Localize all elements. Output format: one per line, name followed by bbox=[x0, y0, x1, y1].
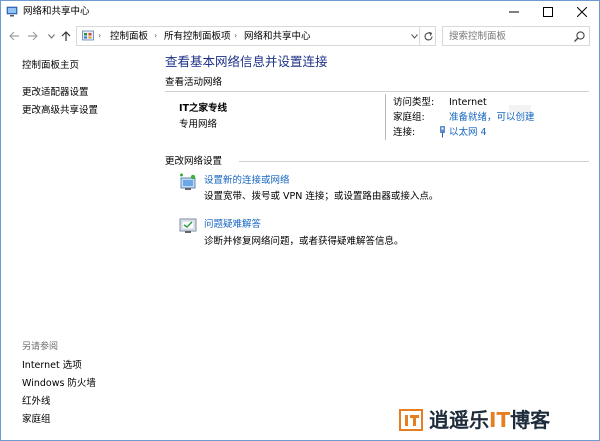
section-divider bbox=[165, 91, 589, 92]
control-panel-icon bbox=[82, 30, 94, 41]
close-button[interactable] bbox=[565, 1, 599, 23]
setup-new-connection-link[interactable]: 设置新的连接或网络 bbox=[204, 174, 290, 187]
connections-label: 连接: bbox=[393, 127, 416, 138]
network-info-divider bbox=[385, 94, 386, 140]
see-also-windows-firewall[interactable]: Windows 防火墙 bbox=[22, 377, 96, 390]
sidebar-item-change-adapter-settings[interactable]: 更改适配器设置 bbox=[22, 86, 89, 99]
setup-new-connection-desc: 设置宽带、拨号或 VPN 连接；或设置路由器或接入点。 bbox=[204, 191, 439, 202]
watermark-text-pre: 逍遥乐 bbox=[429, 408, 489, 432]
homegroup-label: 家庭组: bbox=[393, 112, 425, 123]
arrow-right-icon bbox=[27, 31, 38, 41]
chevron-down-icon bbox=[410, 34, 418, 39]
blog-logo-icon bbox=[399, 409, 423, 431]
breadcrumb-control-panel[interactable]: 控制面板 bbox=[110, 30, 148, 43]
homegroup-link[interactable]: 准备就绪，可以创建 bbox=[449, 111, 535, 124]
see-also-heading: 另请参阅 bbox=[22, 342, 59, 352]
breadcrumb-all-items[interactable]: 所有控制面板项 bbox=[164, 30, 231, 43]
arrow-left-icon bbox=[8, 31, 19, 41]
watermark-text-it: IT bbox=[489, 408, 511, 432]
address-box[interactable]: › 控制面板 › 所有控制面板项 › 网络和共享中心 bbox=[76, 26, 436, 46]
network-category[interactable]: 专用网络 bbox=[179, 118, 217, 131]
recent-locations-button[interactable] bbox=[44, 28, 58, 44]
search-icon[interactable] bbox=[573, 30, 586, 43]
up-button[interactable] bbox=[59, 28, 73, 44]
network-app-icon bbox=[6, 6, 18, 17]
breadcrumb-network-center[interactable]: 网络和共享中心 bbox=[244, 30, 311, 43]
left-navigation-pane: 控制面板主页 更改适配器设置 更改高级共享设置 另请参阅 Internet 选项… bbox=[1, 49, 151, 440]
access-type-value: Internet bbox=[449, 97, 487, 108]
back-button[interactable] bbox=[7, 28, 21, 44]
refresh-icon bbox=[423, 31, 433, 40]
page-title: 查看基本网络信息并设置连接 bbox=[165, 54, 328, 69]
breadcrumb-separator: › bbox=[154, 31, 158, 40]
see-also-infrared[interactable]: 红外线 bbox=[22, 395, 51, 408]
troubleshoot-problems-desc: 诊断并修复网络问题，或者获得疑难解答信息。 bbox=[204, 236, 404, 247]
network-name: IT之家专线 bbox=[179, 103, 228, 114]
change-settings-heading: 更改网络设置 bbox=[165, 156, 223, 167]
minimize-button[interactable] bbox=[497, 1, 531, 23]
window-title: 网络和共享中心 bbox=[23, 6, 90, 17]
maximize-button[interactable] bbox=[531, 1, 565, 23]
sidebar-item-change-advanced-sharing[interactable]: 更改高级共享设置 bbox=[22, 104, 98, 117]
sidebar-item-control-panel-home[interactable]: 控制面板主页 bbox=[22, 59, 79, 72]
title-bar[interactable]: 网络和共享中心 bbox=[1, 1, 599, 23]
access-type-label: 访问类型: bbox=[393, 97, 435, 108]
address-toolbar: › 控制面板 › 所有控制面板项 › 网络和共享中心 bbox=[1, 24, 599, 48]
forward-button[interactable] bbox=[25, 28, 39, 44]
see-also-homegroup[interactable]: 家庭组 bbox=[22, 413, 51, 426]
main-content: 查看基本网络信息并设置连接 查看活动网络 IT之家专线 专用网络 访问类型: I… bbox=[151, 49, 599, 440]
see-also-internet-options[interactable]: Internet 选项 bbox=[22, 359, 82, 372]
breadcrumb-separator: › bbox=[234, 31, 238, 40]
breadcrumb-separator: › bbox=[98, 31, 102, 40]
troubleshoot-icon bbox=[179, 218, 197, 233]
new-connection-icon bbox=[180, 173, 196, 190]
section-divider bbox=[239, 161, 589, 162]
watermark-text-post: 博客 bbox=[510, 408, 551, 432]
close-icon bbox=[577, 7, 587, 17]
refresh-button[interactable] bbox=[419, 26, 436, 46]
minimize-icon bbox=[509, 11, 519, 13]
ethernet-connection-link[interactable]: 以太网 4 bbox=[449, 126, 487, 139]
arrow-up-icon bbox=[61, 30, 71, 41]
watermark-text: 逍遥乐IT博客 bbox=[429, 408, 550, 432]
ethernet-icon bbox=[440, 126, 445, 138]
troubleshoot-problems-link[interactable]: 问题疑难解答 bbox=[204, 218, 261, 231]
maximize-icon bbox=[543, 7, 553, 17]
search-input[interactable] bbox=[449, 29, 567, 43]
chevron-down-icon bbox=[47, 33, 55, 39]
watermark: 逍遥乐IT博客 bbox=[399, 406, 599, 440]
network-sharing-center-window: 网络和共享中心 › 控制面板 › 所有控制面板项 › 网络和共享中心 搜索控制面… bbox=[0, 0, 600, 441]
active-networks-heading: 查看活动网络 bbox=[165, 77, 223, 88]
search-box[interactable] bbox=[442, 26, 590, 46]
